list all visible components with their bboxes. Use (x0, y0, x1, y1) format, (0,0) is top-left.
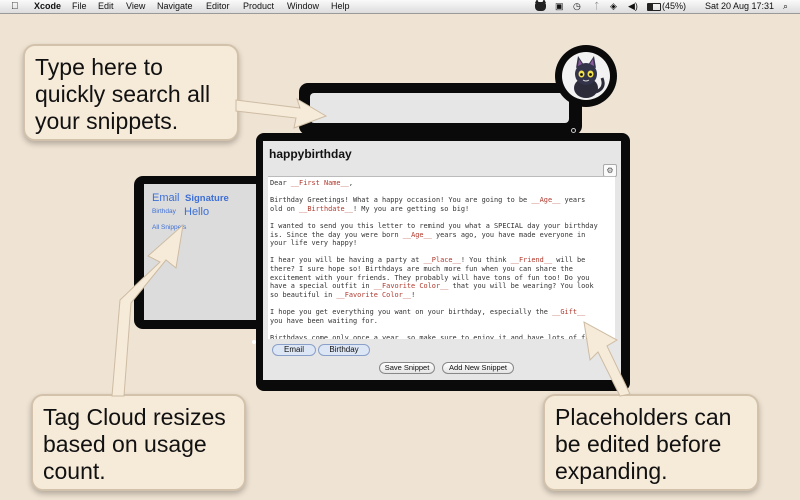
cat-menu-icon[interactable] (535, 0, 546, 11)
body-line (270, 248, 613, 257)
snippet-title[interactable]: happybirthday (269, 147, 352, 161)
menu-navigate[interactable]: Navigate (157, 0, 193, 13)
add-new-snippet-button[interactable]: Add New Snippet (442, 362, 514, 374)
body-line: old on __Birthdate__! My you are getting… (270, 204, 470, 213)
placeholder-token[interactable]: __Age__ (403, 231, 432, 239)
body-line: Birthday Greetings! What a happy occasio… (270, 196, 586, 205)
body-line (270, 188, 613, 197)
body-line: there? I sure hope so! Birthdays are muc… (270, 264, 573, 273)
spotlight-icon[interactable]: ⌕ (783, 0, 788, 13)
time-machine-icon[interactable]: ◷ (573, 0, 581, 13)
display-icon[interactable]: ▣ (555, 0, 564, 13)
callout-search-line-2: quickly search all (35, 81, 211, 107)
editor-edge-handle[interactable] (252, 340, 256, 344)
tag-signature[interactable]: Signature (185, 193, 229, 204)
placeholder-token[interactable]: __Favorite Color__ (374, 282, 449, 290)
tag-cloud: Email Signature Birthday Hello All Snipp… (144, 184, 256, 320)
callout-ph-line-1: Placeholders can (555, 404, 732, 430)
keyword-pill-birthday[interactable]: Birthday (318, 344, 370, 356)
apple-menu-icon[interactable]:  (11, 0, 19, 13)
search-input[interactable] (310, 93, 569, 123)
body-line: your life very happy! (270, 239, 358, 248)
bluetooth-icon[interactable]: ᛏ (594, 0, 599, 13)
body-line (270, 325, 613, 334)
callout-tags-line-2: based on usage (43, 431, 207, 457)
callout-search: Type here to quickly search all your sni… (23, 44, 239, 141)
menu-editor[interactable]: Editor (206, 0, 230, 13)
body-line: so beautiful in __Favorite Color__! (270, 290, 416, 299)
body-line: I hear you will be having a party at __P… (270, 256, 586, 265)
body-line (270, 213, 613, 222)
body-line: have a special outfit in __Favorite Colo… (270, 282, 594, 291)
menu-file[interactable]: File (72, 0, 87, 13)
battery-percent: (45%) (662, 1, 687, 11)
callout-ph-line-2: be edited before (555, 431, 722, 457)
snippet-editor-panel: happybirthday ⚙ Dear __First Name__, Bir… (252, 133, 630, 391)
body-line: is. Since the day you were born __Age__ … (270, 230, 586, 239)
keyword-pill-email[interactable]: Email (272, 344, 316, 356)
menu-help[interactable]: Help (331, 0, 350, 13)
placeholder-token[interactable]: __Gift__ (552, 308, 585, 316)
tag-hello[interactable]: Hello (184, 206, 209, 218)
callout-placeholders: Placeholders can be edited before expand… (543, 394, 759, 491)
menu-product[interactable]: Product (243, 0, 274, 13)
body-line: excitement with your friends. They proba… (270, 273, 590, 282)
snippet-editor: happybirthday ⚙ Dear __First Name__, Bir… (263, 141, 621, 380)
body-line: Birthdays come only once a year, so make… (270, 333, 598, 339)
menu-bar:  Xcode File Edit View Navigate Editor P… (0, 0, 800, 14)
callout-search-line-3: your snippets. (35, 108, 179, 134)
wifi-icon[interactable]: ◈ (610, 0, 617, 13)
menu-window[interactable]: Window (287, 0, 319, 13)
menu-view[interactable]: View (126, 0, 145, 13)
placeholder-token[interactable]: __First Name__ (291, 179, 349, 187)
body-line: Dear __First Name__, (270, 179, 353, 187)
placeholder-token[interactable]: __Friend__ (511, 256, 553, 264)
placeholder-token[interactable]: __Place__ (424, 256, 461, 264)
placeholder-token[interactable]: __Age__ (531, 196, 560, 204)
volume-icon[interactable]: ◀) (628, 0, 638, 13)
search-panel (299, 83, 582, 135)
callout-ph-line-3: expanding. (555, 458, 668, 484)
menu-app[interactable]: Xcode (34, 0, 61, 13)
callout-tag-cloud: Tag Cloud resizes based on usage count. (31, 394, 246, 491)
save-snippet-button[interactable]: Save Snippet (379, 362, 435, 374)
tag-all-snippets[interactable]: All Snippets (152, 224, 186, 231)
tag-birthday[interactable]: Birthday (152, 208, 176, 215)
cat-mascot-icon (562, 52, 610, 100)
clock[interactable]: Sat 20 Aug 17:31 (705, 0, 774, 13)
body-line: you have been waiting for. (270, 316, 378, 325)
body-line (270, 299, 613, 308)
app-avatar[interactable] (555, 45, 617, 107)
callout-tags-line-3: count. (43, 458, 106, 484)
battery-icon[interactable] (647, 3, 661, 11)
callout-tags-line-1: Tag Cloud resizes (43, 404, 226, 430)
tag-cloud-panel: Email Signature Birthday Hello All Snipp… (134, 176, 266, 329)
snippet-body-text: Dear __First Name__, Birthday Greetings!… (268, 177, 615, 339)
tag-email[interactable]: Email (152, 192, 180, 204)
placeholder-token[interactable]: __Birthdate__ (299, 205, 353, 213)
body-line: I wanted to send you this letter to remi… (270, 221, 598, 230)
callout-search-line-1: Type here to (35, 54, 163, 80)
snippet-body-textarea[interactable]: Dear __First Name__, Birthday Greetings!… (268, 176, 615, 339)
placeholder-token[interactable]: __Favorite Color__ (336, 291, 411, 299)
body-line: I hope you get everything you want on yo… (270, 307, 586, 316)
menu-edit[interactable]: Edit (98, 0, 114, 13)
